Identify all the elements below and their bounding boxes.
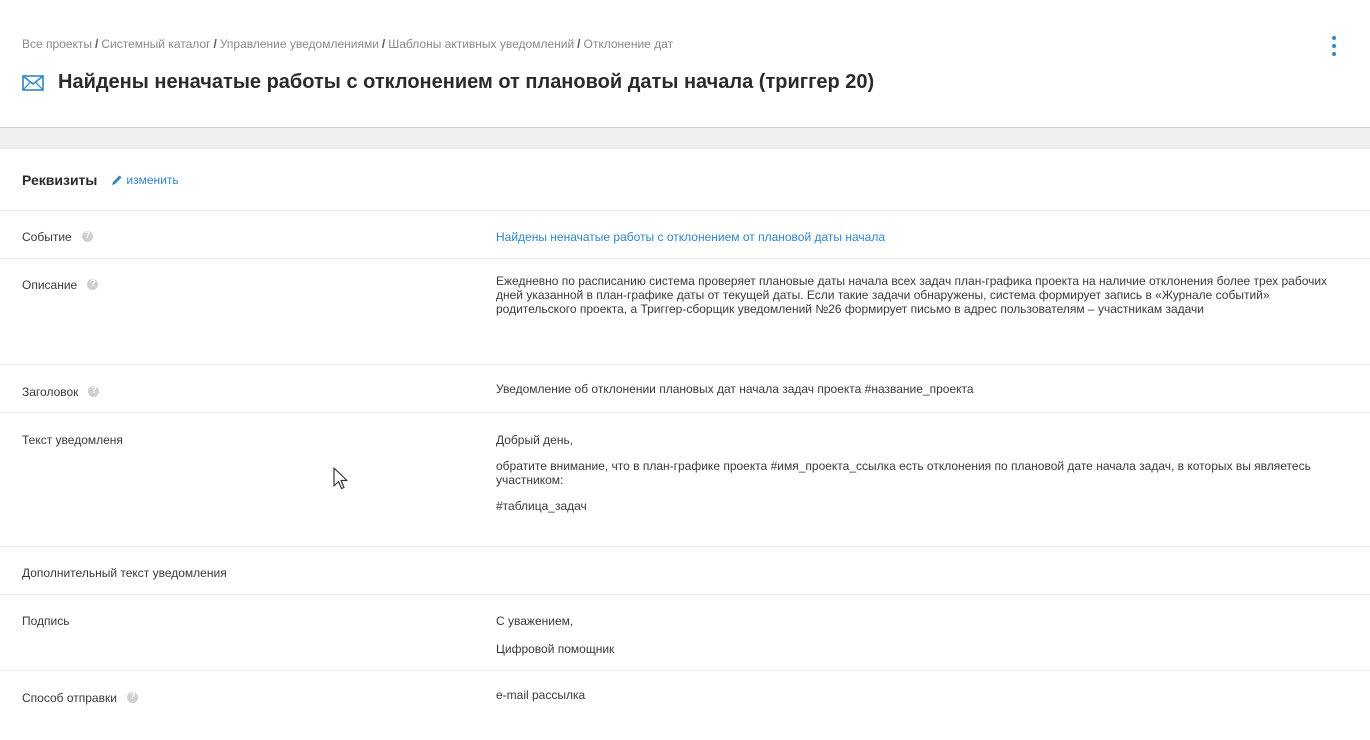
help-icon[interactable] <box>88 385 100 397</box>
field-value-additional-text <box>496 547 1370 594</box>
subject-text: Уведомление об отклонении плановых дат н… <box>496 382 974 396</box>
breadcrumb-separator: / <box>95 37 99 51</box>
field-value-signature: С уважением, Цифровой помощник <box>496 595 1370 670</box>
field-label-subject: Заголовок <box>0 365 496 412</box>
body-text: обратите внимание, что в план-графике пр… <box>496 459 1311 487</box>
subject-label: Заголовок <box>22 385 79 399</box>
pencil-icon <box>112 175 122 185</box>
breadcrumb-notification-management[interactable]: Управление уведомлениями <box>220 37 379 51</box>
field-row-description: Описание Ежедневно по расписанию система… <box>0 259 1370 365</box>
field-row-signature: Подпись С уважением, Цифровой помощник <box>0 595 1370 671</box>
event-label: Событие <box>22 230 72 244</box>
greeting-text: Добрый день, <box>496 433 574 447</box>
field-value-description: Ежедневно по расписанию система проверяе… <box>496 259 1370 364</box>
breadcrumb-active-templates[interactable]: Шаблоны активных уведомлений <box>388 37 574 51</box>
help-icon[interactable] <box>81 230 93 242</box>
delivery-label: Способ отправки <box>22 691 117 705</box>
field-row-subject: Заголовок Уведомление об отклонении план… <box>0 365 1370 413</box>
additional-text-label: Дополнительный текст уведомления <box>22 566 227 580</box>
signature-label: Подпись <box>22 614 70 628</box>
help-icon[interactable] <box>126 691 138 703</box>
field-row-notification-text: Текст уведомленя Добрый день, обратите в… <box>0 413 1370 547</box>
description-text: Ежедневно по расписанию система проверяе… <box>496 274 1328 316</box>
breadcrumb: Все проекты / Системный каталог / Управление… <box>22 37 673 51</box>
field-value-subject: Уведомление об отклонении плановых дат н… <box>496 365 1370 412</box>
field-label-description: Описание <box>0 259 496 364</box>
field-label-event: Событие <box>0 211 496 258</box>
help-icon[interactable] <box>87 278 99 290</box>
page: Все проекты / Системный каталог / Управление… <box>0 0 1370 740</box>
table-placeholder-text: #таблица_задач <box>496 499 587 513</box>
field-value-delivery: e-mail рассылка <box>496 671 1370 719</box>
page-header: Все проекты / Системный каталог / Управление… <box>0 0 1370 128</box>
edit-label: изменить <box>126 172 179 187</box>
delivery-text: e-mail рассылка <box>496 688 586 702</box>
breadcrumb-separator: / <box>381 37 386 51</box>
field-label-signature: Подпись <box>0 595 496 670</box>
edit-link[interactable]: изменить <box>111 172 179 187</box>
breadcrumb-separator: / <box>213 37 217 51</box>
envelope-icon <box>22 74 44 91</box>
field-label-delivery: Способ отправки <box>0 671 496 719</box>
field-row-additional-text: Дополнительный текст уведомления <box>0 547 1370 595</box>
field-row-event: Событие Найдены неначатые работы с откло… <box>0 211 1370 259</box>
mouse-cursor-icon <box>333 467 349 496</box>
breadcrumb-separator: / <box>577 37 581 51</box>
field-row-delivery: Способ отправки e-mail рассылка <box>0 671 1370 719</box>
field-value-notification-text: Добрый день, обратите внимание, что в пл… <box>496 413 1370 546</box>
title-row: Найдены неначатые работы с отклонением о… <box>22 71 874 94</box>
notification-text-label: Текст уведомленя <box>22 433 123 447</box>
event-link[interactable]: Найдены неначатые работы с отклонением о… <box>496 230 885 244</box>
breadcrumb-all-projects[interactable]: Все проекты <box>22 37 92 51</box>
signature-line-2: Цифровой помощник <box>496 642 615 656</box>
breadcrumb-system-catalog[interactable]: Системный каталог <box>101 37 210 51</box>
section-title: Реквизиты <box>22 171 98 188</box>
field-value-event: Найдены неначатые работы с отклонением о… <box>496 211 1370 258</box>
signature-line-1: С уважением, <box>496 614 574 628</box>
description-label: Описание <box>22 278 78 292</box>
requisites-section-header: Реквизиты изменить <box>0 149 1370 211</box>
header-divider-band <box>0 128 1370 149</box>
field-label-notification-text: Текст уведомленя <box>0 413 496 546</box>
page-title: Найдены неначатые работы с отклонением о… <box>58 71 875 93</box>
field-label-additional-text: Дополнительный текст уведомления <box>0 547 496 594</box>
breadcrumb-current: Отклонение дат <box>583 37 674 51</box>
more-menu-icon[interactable] <box>1329 36 1339 56</box>
